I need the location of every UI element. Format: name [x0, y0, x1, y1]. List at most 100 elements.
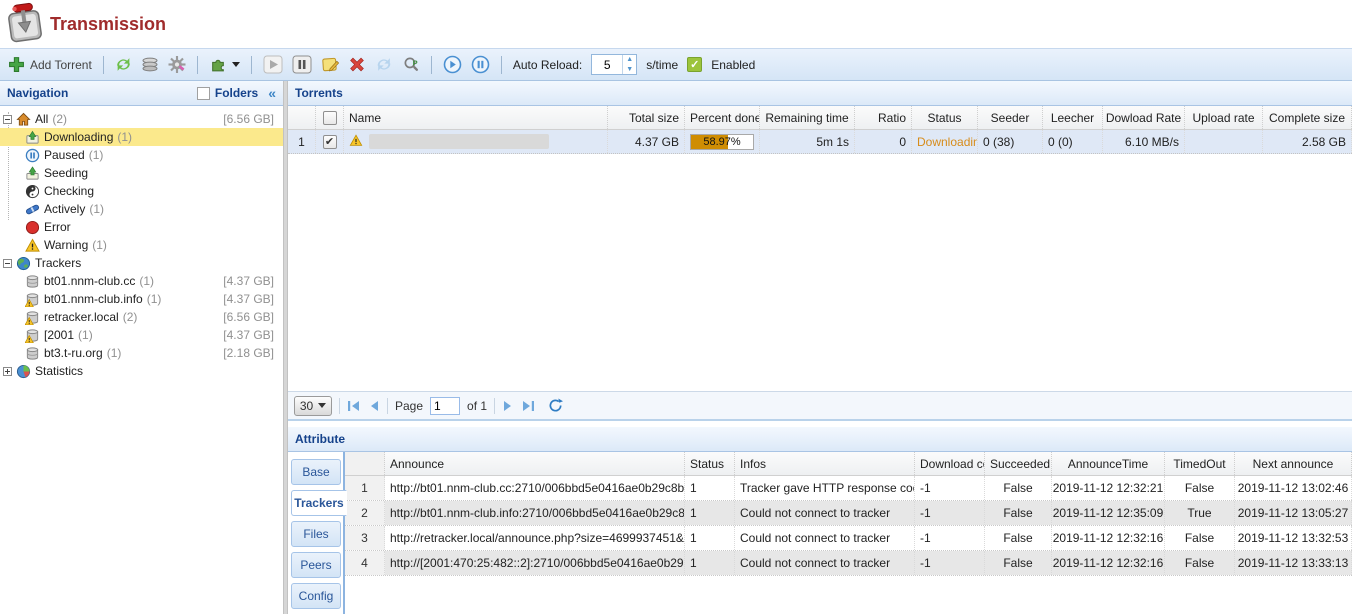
torrent-complete-size: 2.58 GB [1263, 130, 1352, 153]
progress-label: 58.97% [691, 135, 753, 149]
add-torrent-button[interactable]: Add Torrent [8, 56, 92, 73]
start-all-button[interactable] [443, 55, 462, 74]
sidebar-item-statistics[interactable]: Statistics [0, 362, 283, 380]
sidebar-item-tracker-bt01-info[interactable]: bt01.nnm-club.info (1) [4.37 GB] [0, 290, 283, 308]
spinner-down-icon[interactable]: ▼ [623, 65, 636, 75]
spinner-up-icon[interactable]: ▲ [623, 55, 636, 65]
tracker-row[interactable]: 3 http://retracker.local/announce.php?si… [345, 526, 1352, 551]
reload-torrents-button[interactable] [115, 56, 132, 73]
database-warning-icon [25, 328, 40, 343]
database-warning-icon [25, 310, 40, 325]
torrent-seeder: 0 (38) [978, 130, 1043, 153]
pause-button[interactable] [292, 55, 312, 74]
toolbar-separator [501, 56, 502, 74]
auto-reload-input[interactable] [592, 55, 622, 74]
search-replace-button[interactable]: P [402, 56, 420, 73]
tracker-row[interactable]: 4 http://[2001:470:25:482::2]:2710/006bb… [345, 551, 1352, 576]
column-total-size[interactable]: Total size [608, 106, 685, 129]
sidebar-item-paused[interactable]: Paused (1) [0, 146, 283, 164]
column-complete-size[interactable]: Complete size [1263, 106, 1352, 129]
tracker-announce: http://retracker.local/announce.php?size… [385, 526, 685, 550]
column-next-announce[interactable]: Next announce [1235, 452, 1352, 475]
column-name[interactable]: Name [344, 106, 608, 129]
note-edit-icon [321, 56, 339, 73]
column-select-all[interactable] [316, 106, 344, 129]
sidebar-item-all[interactable]: All (2) [6.56 GB] [0, 110, 283, 128]
auto-reload-unit: s/time [646, 58, 678, 72]
torrent-name-redacted [369, 134, 549, 149]
downloading-icon [25, 130, 40, 145]
auto-reload-spinner[interactable]: ▲ ▼ [591, 54, 637, 75]
sidebar-item-seeding[interactable]: Seeding [0, 164, 283, 182]
collapse-sidebar-icon[interactable]: « [268, 85, 276, 101]
attribute-header: Attribute [288, 427, 1352, 452]
page-size-dropdown[interactable]: 30 [294, 396, 332, 416]
tracker-download-count: -1 [915, 476, 985, 500]
pie-chart-icon [16, 364, 31, 379]
column-timed-out[interactable]: TimedOut [1165, 452, 1235, 475]
prev-page-button[interactable] [368, 400, 380, 412]
sidebar-item-warning[interactable]: Warning (1) [0, 236, 283, 254]
chevron-down-icon [318, 403, 326, 408]
column-ratio[interactable]: Ratio [855, 106, 912, 129]
column-status[interactable]: Status [685, 452, 735, 475]
start-button[interactable] [263, 55, 283, 74]
folders-checkbox[interactable] [197, 87, 210, 100]
column-upload-rate[interactable]: Upload rate [1185, 106, 1263, 129]
server-button[interactable] [141, 56, 159, 73]
column-status[interactable]: Status [912, 106, 978, 129]
column-remaining-time[interactable]: Remaining time [760, 106, 855, 129]
tracker-succeeded: False [985, 526, 1052, 550]
plugin-menu-button[interactable] [209, 56, 240, 73]
column-download-count[interactable]: Download count [915, 452, 985, 475]
collapse-expander-icon[interactable] [3, 115, 12, 124]
sidebar-item-error[interactable]: Error [0, 218, 283, 236]
enabled-checkbox[interactable]: ✓ [687, 57, 702, 72]
column-seeder[interactable]: Seeder [978, 106, 1043, 129]
sidebar-item-tracker-2001[interactable]: [2001 (1) [4.37 GB] [0, 326, 283, 344]
rename-button[interactable] [321, 56, 339, 73]
tracker-status: 1 [685, 526, 735, 550]
expand-expander-icon[interactable] [3, 367, 12, 376]
column-leecher[interactable]: Leecher [1043, 106, 1103, 129]
toolbar-separator [431, 56, 432, 74]
tab-files[interactable]: Files [291, 521, 341, 547]
pause-all-button[interactable] [471, 55, 490, 74]
column-succeeded[interactable]: Succeeded [985, 452, 1052, 475]
sidebar-item-actively[interactable]: Actively (1) [0, 200, 283, 218]
tab-config[interactable]: Config [291, 583, 341, 609]
torrent-row[interactable]: 1 ✔ 4.37 GB 58.97% 5m 1s 0 Down [288, 130, 1352, 154]
tracker-timed-out: False [1165, 551, 1235, 575]
sidebar-item-trackers[interactable]: Trackers [0, 254, 283, 272]
tab-trackers[interactable]: Trackers [291, 490, 347, 516]
attribute-title: Attribute [295, 432, 345, 446]
sidebar-item-tracker-retracker[interactable]: retracker.local (2) [6.56 GB] [0, 308, 283, 326]
column-announce-time[interactable]: AnnounceTime [1052, 452, 1165, 475]
settings-button[interactable] [168, 56, 186, 73]
last-page-button[interactable] [521, 400, 535, 412]
remove-button[interactable] [348, 56, 366, 73]
column-announce[interactable]: Announce [385, 452, 685, 475]
page-input[interactable] [430, 397, 460, 415]
column-percent-done[interactable]: Percent done [685, 106, 760, 129]
first-page-button[interactable] [347, 400, 361, 412]
sidebar-item-checking[interactable]: Checking [0, 182, 283, 200]
column-download-rate[interactable]: Dowload Rate [1103, 106, 1185, 129]
column-infos[interactable]: Infos [735, 452, 915, 475]
refresh-page-button[interactable] [548, 398, 563, 413]
tracker-row[interactable]: 1 http://bt01.nnm-club.cc:2710/006bbd5e0… [345, 476, 1352, 501]
tracker-rownum: 4 [345, 551, 385, 575]
sidebar-item-tracker-bt01-cc[interactable]: bt01.nnm-club.cc (1) [4.37 GB] [0, 272, 283, 290]
recheck-button[interactable] [375, 56, 393, 73]
toolbar-separator [103, 56, 104, 74]
tab-base[interactable]: Base [291, 459, 341, 485]
collapse-expander-icon[interactable] [3, 259, 12, 268]
next-page-button[interactable] [502, 400, 514, 412]
tracker-download-count: -1 [915, 551, 985, 575]
tab-peers[interactable]: Peers [291, 552, 341, 578]
sidebar-item-downloading[interactable]: Downloading (1) [0, 128, 283, 146]
select-all-checkbox[interactable] [323, 111, 337, 125]
sidebar-item-tracker-bt3[interactable]: bt3.t-ru.org (1) [2.18 GB] [0, 344, 283, 362]
tracker-row[interactable]: 2 http://bt01.nnm-club.info:2710/006bbd5… [345, 501, 1352, 526]
torrent-checkbox[interactable]: ✔ [323, 135, 337, 149]
